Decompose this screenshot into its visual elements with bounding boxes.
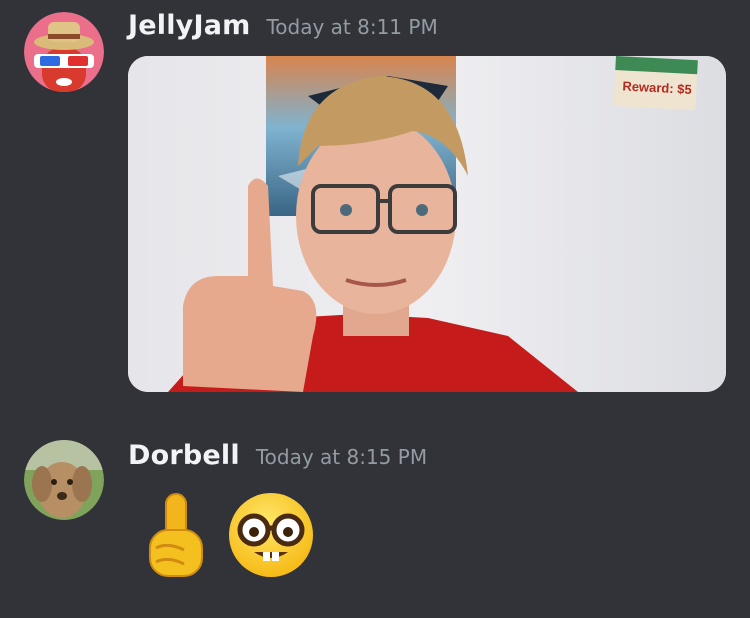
dog-avatar-icon	[24, 440, 104, 520]
photo-thumbnail-icon: Reward: $5	[128, 56, 726, 392]
avatar-jellyjam[interactable]	[24, 12, 104, 92]
message-header: Dorbell Today at 8:15 PM	[128, 440, 427, 471]
hat-3d-glasses-avatar-icon	[24, 12, 104, 92]
timestamp: Today at 8:11 PM	[266, 15, 438, 39]
image-attachment[interactable]: Reward: $5	[128, 56, 726, 392]
username[interactable]: JellyJam	[128, 10, 250, 41]
chat-log: JellyJam Today at 8:11 PM Reward: $5 Dor…	[0, 0, 750, 618]
message-dorbell: Dorbell Today at 8:15 PM	[0, 420, 750, 618]
message-jellyjam: JellyJam Today at 8:11 PM Reward: $5	[0, 0, 750, 400]
pointing-up-emoji[interactable]	[140, 490, 212, 582]
nerd-face-emoji[interactable]	[226, 490, 316, 580]
avatar-dorbell[interactable]	[24, 440, 104, 520]
timestamp: Today at 8:15 PM	[255, 445, 428, 469]
username[interactable]: Dorbell	[128, 440, 240, 471]
emoji-row	[140, 490, 316, 582]
message-header: JellyJam Today at 8:11 PM	[128, 10, 438, 41]
